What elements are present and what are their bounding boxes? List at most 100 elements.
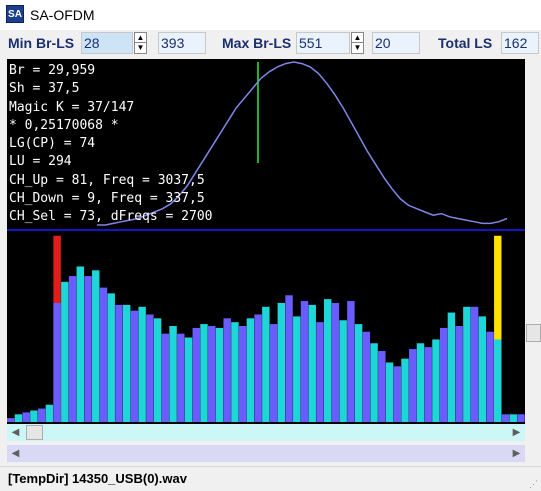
- spin-up-icon[interactable]: ▲: [135, 33, 146, 43]
- toolbar: Min Br-LS 28 ▲ ▼ 393 Max Br-LS 551 ▲ ▼ 2…: [0, 30, 541, 58]
- spectrum-bar: [478, 316, 487, 422]
- spectrum-bar: [215, 327, 224, 422]
- spectrum-bar: [401, 358, 409, 422]
- spectrum-bar: [177, 333, 185, 422]
- spectrum-bar: [501, 414, 510, 422]
- horizontal-scrollbar-bottom[interactable]: ◀ ▶: [7, 445, 525, 462]
- spectrum-bar: [14, 414, 23, 422]
- spectrum-bar: [107, 293, 115, 422]
- window-title: SA-OFDM: [30, 7, 95, 23]
- status-filename: [TempDir] 14350_USB(0).wav: [8, 471, 187, 486]
- spectrum-bar: [316, 322, 324, 422]
- max-br-ls-spinner[interactable]: ▲ ▼: [351, 32, 364, 54]
- info-line: LG(CP) = 74: [9, 136, 96, 152]
- spectrum-bar: [115, 304, 123, 422]
- info-line: CH_Up = 81, Freq = 3037,5: [9, 172, 205, 188]
- horizontal-scrollbar-top[interactable]: ◀ ▶: [7, 424, 525, 441]
- app-icon: SA: [6, 5, 24, 23]
- spectrum-bar: [138, 306, 146, 422]
- spectrum-bar: [122, 304, 131, 422]
- spectrum-bar: [246, 318, 255, 422]
- min-readout: 393: [158, 32, 206, 54]
- info-line: LU = 294: [9, 154, 72, 170]
- spin-up-icon[interactable]: ▲: [352, 33, 363, 43]
- spectrum-bar: [208, 326, 216, 422]
- spectrum-bar: [347, 301, 355, 422]
- spectrum-bar: [99, 287, 108, 422]
- spectrum-bar: [323, 299, 332, 422]
- spectrum-bar: [517, 414, 525, 422]
- total-ls-value: 162: [501, 32, 539, 54]
- info-line: Sh = 37,5: [9, 81, 80, 97]
- spectrum-bar: [200, 324, 208, 422]
- info-line: Br = 29,959: [9, 63, 96, 78]
- spectrum-bar: [354, 324, 363, 422]
- max-br-ls-label: Max Br-LS: [222, 35, 292, 51]
- spectrum-bar: [30, 410, 38, 422]
- spectrum-bar: [509, 414, 517, 422]
- spectrum-bar: [37, 408, 46, 422]
- spectrum-bar: [439, 327, 448, 422]
- spectrum-bar: [486, 331, 494, 422]
- spectrum-bar: [416, 343, 425, 422]
- spectrum-plot[interactable]: Br = 29,959 Sh = 37,5 Magic K = 37/147 * 0,…: [7, 59, 525, 424]
- spectrum-bar: [285, 295, 293, 422]
- max-br-ls-input[interactable]: 551: [296, 32, 350, 54]
- info-panel: Br = 29,959 Sh = 37,5 Magic K = 37/147 * 0,…: [9, 62, 213, 227]
- horizontal-scroll-thumb[interactable]: [26, 425, 43, 440]
- spectrum-bar: [494, 339, 502, 422]
- spectrum-bar: [238, 326, 247, 422]
- spectrum-bar: [362, 331, 371, 422]
- info-line: * 0,25170068 *: [9, 117, 119, 133]
- spectrum-bar: [463, 306, 471, 422]
- vertical-scroll-thumb[interactable]: [526, 324, 541, 342]
- scroll-right-icon[interactable]: ▶: [508, 424, 525, 441]
- spectrum-bar: [68, 276, 77, 422]
- spectrum-bar: [393, 366, 401, 422]
- spin-down-icon[interactable]: ▼: [135, 43, 146, 53]
- title-bar: SA SA-OFDM: [0, 0, 541, 30]
- vertical-scrollbar[interactable]: [526, 59, 541, 424]
- spectrum-bar: [254, 314, 262, 422]
- spectrum-bar: [223, 318, 231, 422]
- spectrum-bar: [61, 281, 69, 422]
- spectrum-bar: [370, 343, 378, 422]
- spectrum-bar: [161, 333, 170, 422]
- spectrum-bar: [308, 304, 316, 422]
- min-br-ls-label: Min Br-LS: [8, 35, 75, 51]
- spectrum-bar: [277, 302, 286, 422]
- spectrum-bar: [22, 412, 30, 422]
- info-line: CH_Sel = 73, dFreqs = 2700: [9, 209, 213, 225]
- scroll-left-icon[interactable]: ◀: [7, 424, 24, 441]
- spectrum-bar: [169, 326, 177, 422]
- spectrum-bar: [378, 350, 386, 422]
- spin-down-icon[interactable]: ▼: [352, 43, 363, 53]
- spectrum-bar: [293, 316, 301, 422]
- spectrum-bar: [269, 324, 278, 422]
- min-br-ls-input[interactable]: 28: [81, 32, 133, 54]
- spectrum-bar: [7, 418, 15, 422]
- spectrum-bar: [130, 310, 139, 422]
- spectrum-bar: [146, 314, 154, 422]
- spectrum-bar: [84, 276, 92, 422]
- spectrum-bar: [76, 266, 85, 422]
- spectrum-bar: [424, 347, 432, 422]
- resize-grip-icon[interactable]: ⋰: [529, 479, 539, 489]
- spectrum-bar: [447, 312, 456, 422]
- scroll-left-icon[interactable]: ◀: [7, 445, 24, 462]
- info-line: Magic K = 37/147: [9, 99, 135, 115]
- spectrum-bar: [300, 301, 309, 422]
- min-br-ls-spinner[interactable]: ▲ ▼: [134, 32, 147, 54]
- spectrum-bar: [184, 337, 193, 422]
- spectrum-bar: [153, 318, 162, 422]
- scroll-right-icon[interactable]: ▶: [508, 445, 525, 462]
- spectrum-bar: [455, 326, 463, 422]
- spectrum-bar: [331, 302, 340, 422]
- spectrum-bar: [409, 349, 417, 422]
- spectrum-bar: [53, 302, 61, 422]
- spectrum-bar: [432, 339, 440, 422]
- spectrum-bar: [262, 306, 270, 422]
- spectrum-bar: [470, 306, 479, 422]
- spectrum-bar: [92, 270, 100, 422]
- spectrum-bar: [231, 322, 239, 422]
